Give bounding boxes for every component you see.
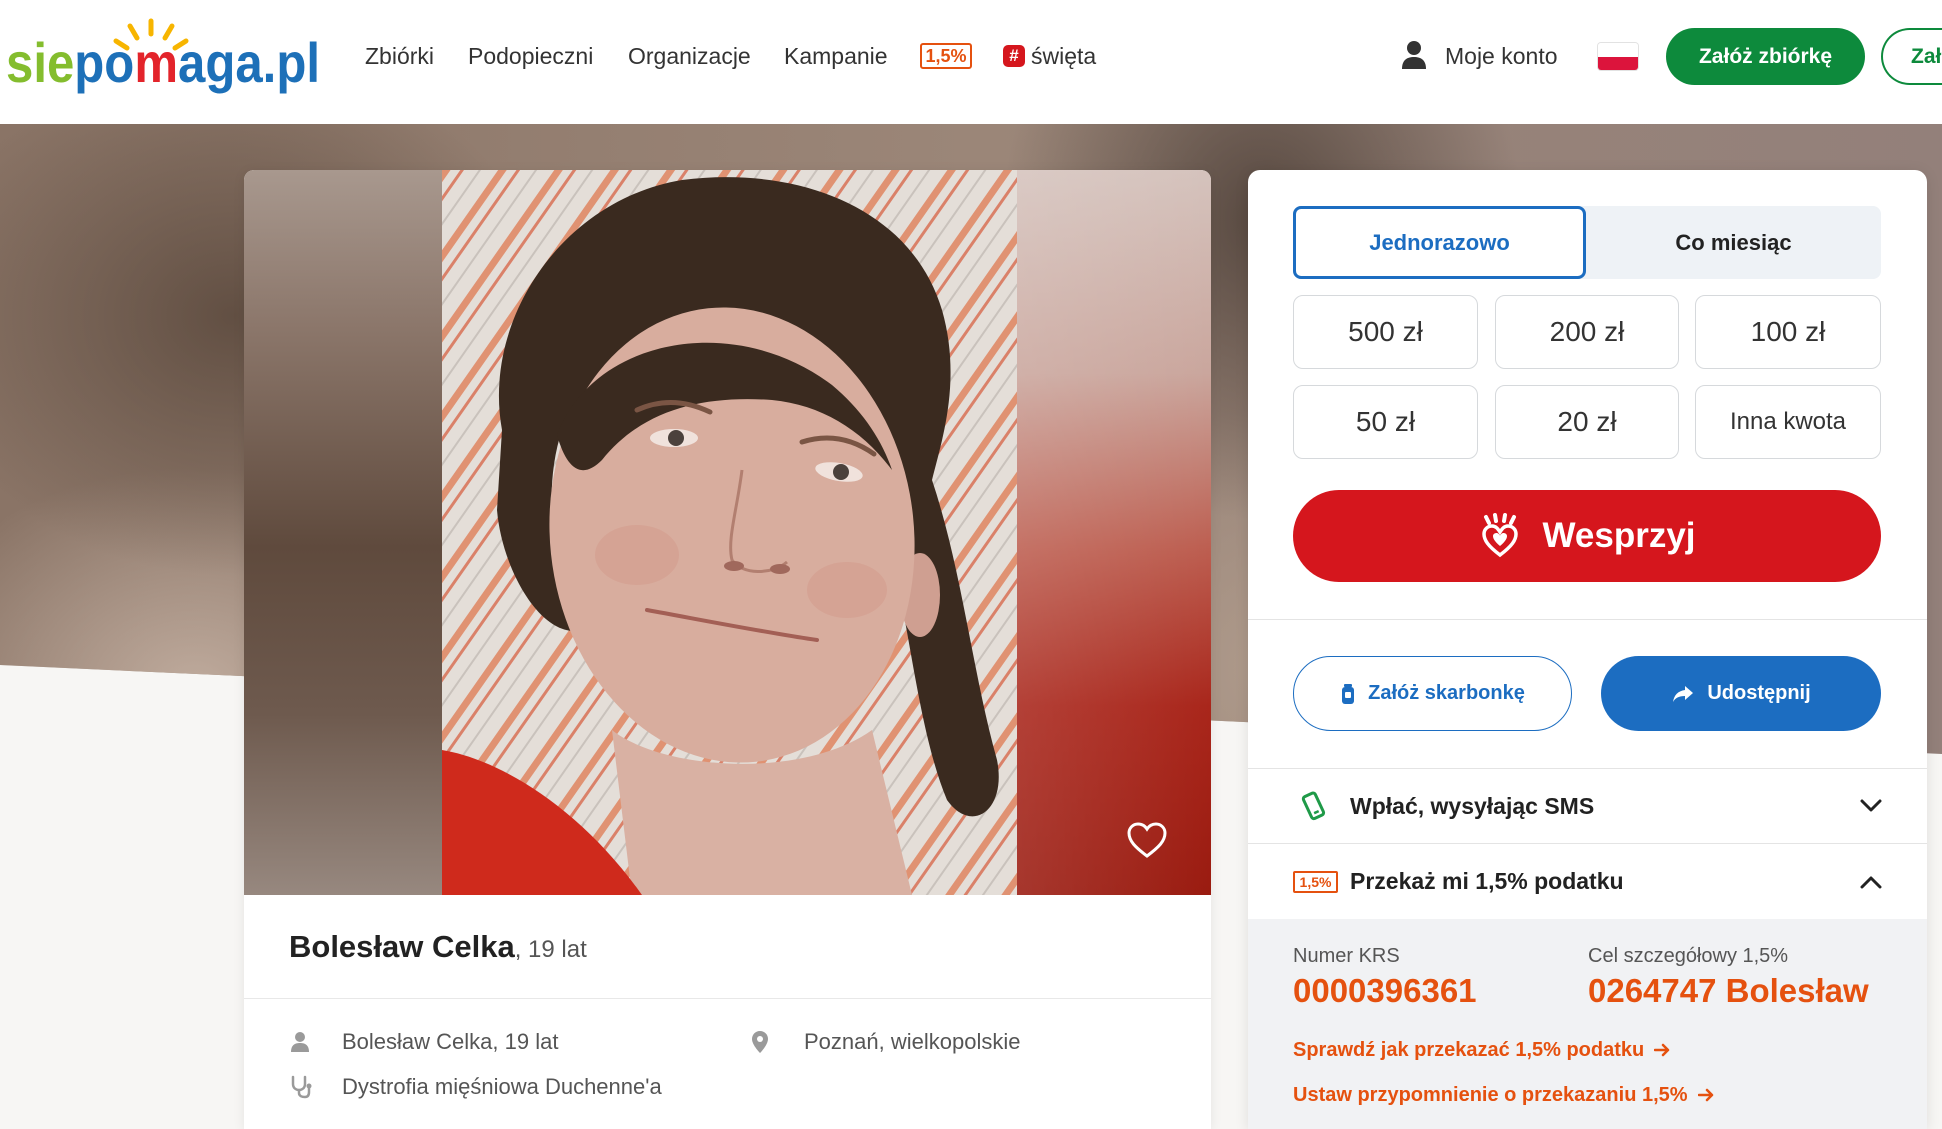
support-button[interactable]: Wesprzyj bbox=[1293, 490, 1881, 582]
amount-option[interactable]: 50 zł bbox=[1293, 385, 1478, 459]
hashtag-icon[interactable]: # bbox=[1003, 45, 1025, 67]
tax-badge: 1,5% bbox=[1293, 871, 1338, 893]
share-arrow-icon bbox=[1673, 685, 1694, 702]
svg-text:siepomaga.pl: siepomaga.pl bbox=[6, 31, 320, 94]
logo-text-aga: aga.pl bbox=[178, 31, 320, 94]
my-account-link[interactable]: Moje konto bbox=[1445, 41, 1558, 71]
campaign-card: Bolesław Celka, 19 lat Bolesław Celka, 1… bbox=[244, 170, 1211, 1129]
jar-icon bbox=[1342, 683, 1355, 704]
krs-value[interactable]: 0000396361 bbox=[1293, 971, 1477, 1011]
create-fundraiser-button[interactable]: Załóż zbiórkę bbox=[1666, 28, 1865, 85]
nav-tax-badge[interactable]: 1,5% bbox=[920, 43, 972, 69]
tax-howto-label: Sprawdź jak przekazać 1,5% podatku bbox=[1293, 1038, 1645, 1061]
frequency-one-time[interactable]: Jednorazowo bbox=[1293, 206, 1586, 279]
divider bbox=[244, 998, 1211, 999]
sms-label: Wpłać, wysyłając SMS bbox=[1350, 793, 1595, 819]
detail-person: Bolesław Celka, 19 lat bbox=[342, 1029, 559, 1054]
location-pin-icon bbox=[752, 1031, 768, 1053]
logo-text-po: po bbox=[74, 31, 134, 94]
amount-option[interactable]: 200 zł bbox=[1495, 295, 1679, 369]
campaign-photo bbox=[442, 170, 1017, 895]
tax-reminder-link[interactable]: Ustaw przypomnienie o przekazaniu 1,5% bbox=[1293, 1081, 1714, 1109]
amount-option[interactable]: 500 zł bbox=[1293, 295, 1478, 369]
chevron-up-icon[interactable] bbox=[1860, 875, 1882, 889]
beneficiary-age: , 19 lat bbox=[514, 936, 587, 963]
create-piggybank-button[interactable]: Załóż skarbonkę bbox=[1293, 656, 1572, 731]
stethoscope-icon bbox=[291, 1075, 312, 1099]
logo-heart-letter: m bbox=[134, 31, 178, 94]
logo-text-sie: sie bbox=[6, 31, 74, 94]
share-label: Udostępnij bbox=[1707, 682, 1811, 704]
user-icon[interactable] bbox=[1401, 40, 1427, 70]
nav-organizations[interactable]: Organizacje bbox=[628, 41, 751, 71]
frequency-toggle: Jednorazowo Co miesiąc bbox=[1293, 206, 1881, 279]
frequency-monthly[interactable]: Co miesiąc bbox=[1586, 206, 1881, 279]
tax-reminder-label: Ustaw przypomnienie o przekazaniu 1,5% bbox=[1293, 1083, 1688, 1106]
tax-label: Przekaż mi 1,5% podatku bbox=[1350, 868, 1624, 894]
detail-location: Poznań, wielkopolskie bbox=[804, 1029, 1021, 1054]
support-button-label: Wesprzyj bbox=[1542, 516, 1696, 555]
arrow-right-icon bbox=[1697, 1088, 1713, 1102]
siepomaga-logo[interactable]: siepomaga.pl bbox=[4, 12, 326, 102]
nav-holidays[interactable]: święta bbox=[1031, 41, 1096, 71]
detail-diagnosis: Dystrofia mięśniowa Duchenne'a bbox=[342, 1074, 662, 1099]
goal-label: Cel szczegółowy 1,5% bbox=[1588, 945, 1789, 967]
beneficiary-heading: Bolesław Celka, 19 lat bbox=[289, 926, 587, 968]
create-piggybank-label: Załóż skarbonkę bbox=[1368, 682, 1525, 704]
amount-option[interactable]: 100 zł bbox=[1695, 295, 1881, 369]
top-navigation-bar: siepomaga.pl Zbiórki Podopieczni Organiz… bbox=[0, 0, 1942, 124]
goal-value[interactable]: 0264747 Bolesław bbox=[1588, 971, 1869, 1011]
chevron-down-icon[interactable] bbox=[1860, 799, 1882, 813]
flag-pl-icon[interactable] bbox=[1598, 43, 1638, 70]
phone-icon bbox=[1301, 791, 1326, 821]
hand-heart-icon bbox=[1482, 513, 1519, 558]
tax-howto-link[interactable]: Sprawdź jak przekazać 1,5% podatku bbox=[1293, 1036, 1670, 1064]
divider bbox=[1248, 619, 1927, 620]
secondary-header-button[interactable]: Zał bbox=[1881, 28, 1942, 85]
sms-accordion-header[interactable]: Wpłać, wysyłając SMS bbox=[1248, 769, 1927, 843]
donation-panel: Jednorazowo Co miesiąc 500 zł 200 zł 100… bbox=[1248, 170, 1927, 1129]
krs-label: Numer KRS bbox=[1293, 945, 1400, 967]
tax-details: Numer KRS 0000396361 Cel szczegółowy 1,5… bbox=[1248, 919, 1927, 1129]
amount-option[interactable]: 20 zł bbox=[1495, 385, 1679, 459]
nav-beneficiaries[interactable]: Podopieczni bbox=[468, 41, 593, 71]
nav-fundraisers[interactable]: Zbiórki bbox=[365, 41, 434, 71]
share-button[interactable]: Udostępnij bbox=[1601, 656, 1881, 731]
favorite-heart-icon[interactable] bbox=[1127, 822, 1167, 859]
photo-blurred-right bbox=[1017, 170, 1211, 895]
photo-blurred-left bbox=[244, 170, 442, 895]
person-icon bbox=[291, 1032, 309, 1052]
beneficiary-name: Bolesław Celka bbox=[289, 929, 515, 964]
amount-other[interactable]: Inna kwota bbox=[1695, 385, 1881, 459]
nav-campaigns[interactable]: Kampanie bbox=[784, 41, 888, 71]
tax-accordion-header[interactable]: 1,5% Przekaż mi 1,5% podatku bbox=[1248, 844, 1927, 919]
arrow-right-icon bbox=[1654, 1043, 1670, 1057]
page: siepomaga.pl Zbiórki Podopieczni Organiz… bbox=[0, 0, 1942, 1129]
